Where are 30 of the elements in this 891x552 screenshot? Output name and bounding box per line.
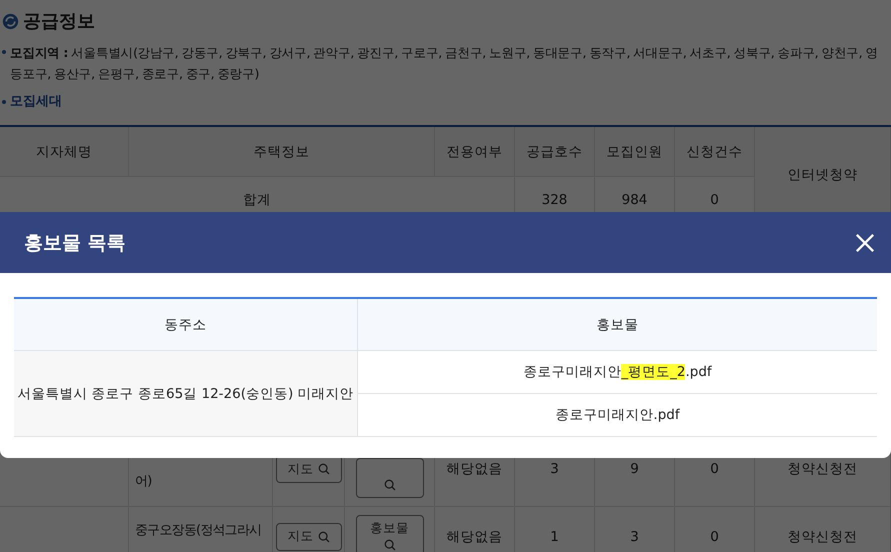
section-title: 공급정보 [23,10,95,33]
column-header: 공급호수 [515,127,595,177]
search-icon [384,479,396,491]
address-cell: 서울특별시 종로구 종로65길 12-26(숭인동) 미래지안 [14,351,358,437]
table-cell: 1 [515,507,595,552]
table-cell: 해당없음 [435,507,515,552]
bullet-icon [2,100,6,104]
column-header: 지자체명 [0,127,129,177]
search-icon [318,463,330,475]
households-label: 모집세대 [10,93,62,111]
brochure-button[interactable]: 홍보물 [356,515,424,552]
column-header: 홍보물 [358,299,877,351]
table-cell: 중구오장동(정석그라시 [129,507,273,552]
table-cell: 청약신청전 [755,507,891,552]
close-icon[interactable] [855,232,875,252]
column-header: 동주소 [14,299,358,351]
column-header: 주택정보 [129,127,435,177]
search-icon [384,538,396,550]
table-cell: 3 [595,507,675,552]
search-icon [318,530,330,542]
file-link[interactable]: 종로구미래지안_평면도_2.pdf [523,363,712,381]
column-header: 모집인원 [595,127,675,177]
file-link[interactable]: 종로구미래지안.pdf [555,406,680,424]
bullet-icon [2,50,6,54]
column-header: 전용여부 [435,127,515,177]
region-text: 모집지역 : 서울특별시(강남구, 강동구, 강북구, 강서구, 관악구, 광진구, 구로구, 금천구, 노원구, 동대문구, 동작구, 서대문구, 서초구, 성북구, 송파구, 양천구, 영등포구, 용산구, 은평구, 종로구, 중구, 중랑구) [10,44,879,83]
column-header: 신청건수 [675,127,755,177]
modal-title: 홍보물 목록 [24,230,126,256]
map-button[interactable]: 지도 [276,522,342,550]
table-cell: 0 [675,507,755,552]
